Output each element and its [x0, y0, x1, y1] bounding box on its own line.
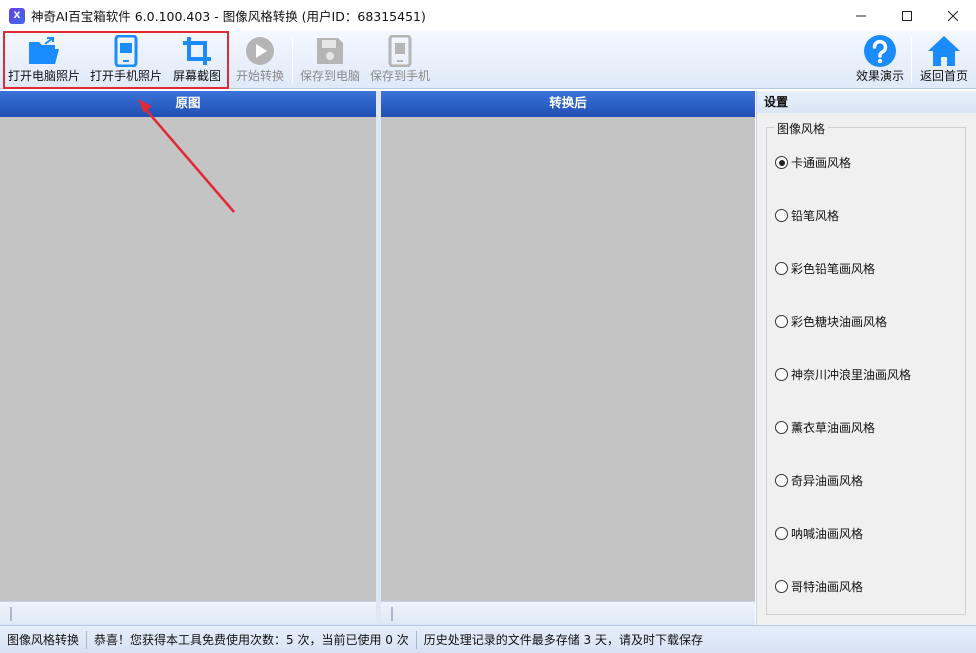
status-storage: 历史处理记录的文件最多存储 3 天，请及时下载保存 — [423, 632, 704, 647]
converted-panel: 转换后 — [381, 91, 755, 625]
close-button[interactable] — [930, 0, 976, 31]
style-radio-option[interactable]: 卡通画风格 — [775, 154, 851, 171]
toolbar-divider — [292, 37, 293, 83]
radio-unchecked-icon[interactable] — [775, 209, 788, 222]
open-pc-photo-label: 打开电脑照片 — [7, 69, 80, 83]
crop-icon — [177, 33, 217, 69]
style-radio-label: 彩色糖块油画风格 — [791, 315, 888, 329]
toolbar: 打开电脑照片 打开手机照片 屏幕截图 开始转换 保存到电脑 保存到手机 效果演示… — [0, 31, 976, 89]
style-radio-label: 哥特油画风格 — [791, 580, 864, 594]
screenshot-label: 屏幕截图 — [172, 69, 221, 83]
save-to-phone-label: 保存到手机 — [369, 69, 430, 83]
radio-unchecked-icon[interactable] — [775, 580, 788, 593]
phone-icon — [106, 33, 146, 69]
image-style-group: 图像风格 卡通画风格铅笔风格彩色铅笔画风格 彩色糖块油画风格神奈川冲浪里油画风格薰… — [766, 120, 966, 615]
settings-title: 设置 — [757, 91, 976, 113]
demo-label: 效果演示 — [855, 69, 904, 83]
open-phone-photo-button[interactable]: 打开手机照片 — [88, 31, 164, 89]
style-radio-option[interactable]: 薰衣草油画风格 — [775, 419, 875, 436]
play-icon — [240, 33, 280, 69]
style-radio-label: 彩色铅笔画风格 — [791, 262, 876, 276]
help-question-icon — [860, 33, 900, 69]
home-icon — [924, 33, 964, 69]
style-radio-label: 奇异油画风格 — [791, 474, 864, 488]
radio-unchecked-icon[interactable] — [775, 315, 788, 328]
toolbar-divider — [911, 37, 912, 83]
original-panel-title: 原图 — [0, 91, 376, 117]
radio-unchecked-icon[interactable] — [775, 527, 788, 540]
original-scrollbar[interactable] — [0, 601, 376, 625]
app-logo-icon: X — [9, 7, 25, 24]
original-image-area[interactable] — [0, 117, 376, 601]
style-radio-label: 铅笔风格 — [791, 209, 840, 223]
close-icon — [948, 10, 958, 21]
window-controls — [838, 0, 976, 31]
status-bar: 图像风格转换 恭喜！您获得本工具免费使用次数：5 次，当前已使用 0 次 历史处… — [0, 625, 976, 653]
radio-unchecked-icon[interactable] — [775, 474, 788, 487]
folder-open-icon — [24, 33, 64, 69]
open-pc-photo-button[interactable]: 打开电脑照片 — [6, 31, 82, 89]
style-radio-label: 卡通画风格 — [791, 156, 852, 170]
home-button[interactable]: 返回首页 — [916, 31, 972, 89]
radio-unchecked-icon[interactable] — [775, 421, 788, 434]
converted-panel-title: 转换后 — [381, 91, 755, 117]
minimize-button[interactable] — [838, 0, 884, 31]
style-radio-option[interactable]: 呐喊油画风格 — [775, 525, 863, 542]
floppy-disk-icon — [310, 33, 350, 69]
original-panel: 原图 — [0, 91, 376, 625]
maximize-button[interactable] — [884, 0, 930, 31]
demo-button[interactable]: 效果演示 — [852, 31, 908, 89]
window-title: 神奇AI百宝箱软件 6.0.100.403 - 图像风格转换 (用户ID：683… — [31, 9, 426, 24]
maximize-icon — [902, 10, 912, 21]
style-radio-option[interactable]: 铅笔风格 — [775, 207, 839, 224]
radio-unchecked-icon[interactable] — [775, 262, 788, 275]
status-module: 图像风格转换 — [7, 632, 80, 647]
radio-checked-icon[interactable] — [775, 156, 788, 169]
home-label: 返回首页 — [919, 69, 968, 83]
status-usage: 恭喜！您获得本工具免费使用次数：5 次，当前已使用 0 次 — [94, 632, 409, 647]
style-radio-option[interactable]: 哥特油画风格 — [775, 578, 863, 595]
style-radio-option[interactable]: 奇异油画风格 — [775, 472, 863, 489]
converted-scrollbar[interactable] — [381, 601, 755, 625]
save-to-pc-label: 保存到电脑 — [299, 69, 360, 83]
settings-panel: 设置 图像风格 卡通画风格铅笔风格彩色铅笔画风格 彩色糖块油画风格神奈川冲浪里油画… — [756, 91, 976, 625]
radio-unchecked-icon[interactable] — [775, 368, 788, 381]
save-to-pc-button[interactable]: 保存到电脑 — [297, 31, 363, 89]
style-radio-option[interactable]: 彩色铅笔画风格 — [775, 260, 875, 277]
style-radio-label: 呐喊油画风格 — [791, 527, 864, 541]
converted-image-area[interactable] — [381, 117, 755, 601]
phone-save-icon — [380, 33, 420, 69]
style-radio-option[interactable]: 彩色糖块油画风格 — [775, 313, 887, 330]
style-radio-label: 薰衣草油画风格 — [791, 421, 876, 435]
image-style-group-label: 图像风格 — [774, 120, 829, 137]
start-convert-label: 开始转换 — [235, 69, 284, 83]
minimize-icon — [856, 15, 866, 16]
screenshot-button[interactable]: 屏幕截图 — [168, 31, 226, 89]
style-radio-label: 神奈川冲浪里油画风格 — [791, 368, 912, 382]
open-phone-photo-label: 打开手机照片 — [89, 69, 162, 83]
start-convert-button[interactable]: 开始转换 — [232, 31, 288, 89]
save-to-phone-button[interactable]: 保存到手机 — [368, 31, 432, 89]
style-radio-option[interactable]: 神奈川冲浪里油画风格 — [775, 366, 911, 383]
title-bar: X 神奇AI百宝箱软件 6.0.100.403 - 图像风格转换 (用户ID：6… — [0, 0, 976, 31]
